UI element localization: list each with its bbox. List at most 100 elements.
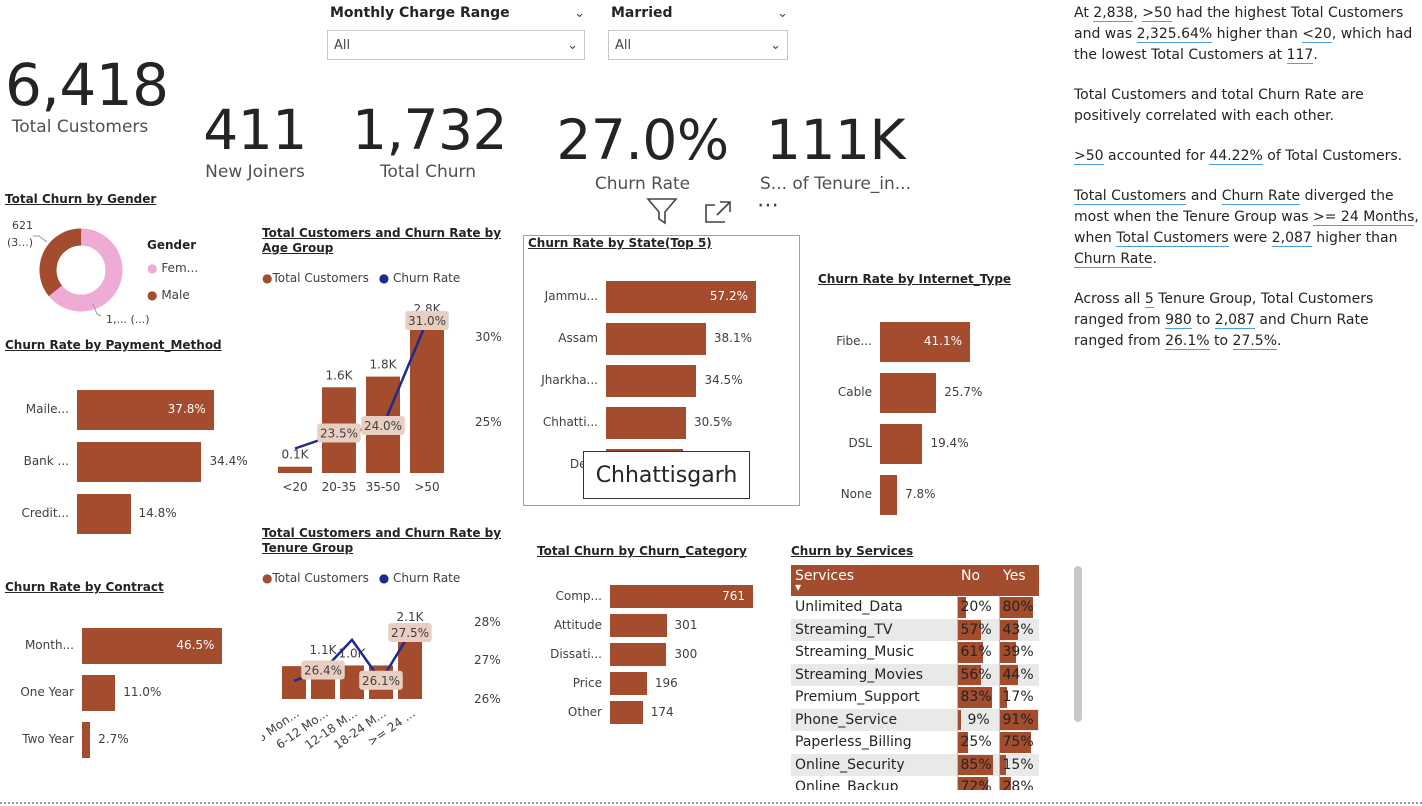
category-label: Attitude — [553, 617, 602, 632]
donut-label-male-pct: (3...) — [7, 236, 34, 249]
category-label: DSL — [848, 436, 872, 450]
chevron-down-icon[interactable]: ⌄ — [574, 6, 585, 21]
highlight-value[interactable]: 5 — [1144, 291, 1154, 308]
table-row[interactable]: Online_Backup 72% 28% — [791, 776, 1039, 790]
bar[interactable] — [606, 407, 686, 439]
table-row[interactable]: Online_Security 85% 15% — [791, 753, 1039, 776]
more-options-icon[interactable]: ⋯ — [757, 193, 780, 218]
category-label: Comp... — [555, 588, 602, 603]
highlight-value[interactable]: 2,325.64% — [1136, 26, 1213, 43]
data-label: 26.1% — [362, 674, 400, 688]
chevron-down-icon[interactable]: ⌄ — [777, 6, 788, 21]
highlight-value[interactable]: 980 — [1165, 312, 1192, 329]
payment-method-chart[interactable]: Churn Rate by Payment_Method Maile... 37.… — [5, 338, 248, 538]
kpi-new-joiners: 411 New Joiners — [195, 98, 315, 182]
visual-title: Churn Rate by Contract — [5, 580, 164, 594]
highlight-value[interactable]: >= 24 Months — [1313, 209, 1415, 226]
category-label: None — [840, 487, 872, 501]
data-label: 11.0% — [123, 685, 162, 699]
highlight-value[interactable]: 26.1% — [1165, 333, 1210, 350]
bar[interactable] — [606, 323, 706, 355]
category-label: Other — [567, 704, 602, 719]
bar[interactable] — [82, 722, 91, 758]
legend-item-female[interactable]: ● Fem... — [147, 261, 198, 275]
kpi-label: Total Churn — [380, 162, 476, 182]
highlight-value[interactable]: 27.5% — [1232, 333, 1278, 350]
slicer-dropdown[interactable]: All ⌄ — [608, 30, 788, 60]
service-name: Paperless_Billing — [795, 734, 912, 751]
bar[interactable] — [610, 672, 647, 695]
churn-category-chart[interactable]: Total Churn by Churn_Category Comp... 761… — [537, 544, 777, 734]
table-row[interactable]: Streaming_Movies 56% 44% — [791, 663, 1039, 686]
highlight-value[interactable]: 2,087 — [1271, 230, 1312, 247]
slicer-dropdown[interactable]: All ⌄ — [327, 30, 585, 60]
internet-type-chart[interactable]: Churn Rate by Internet_Type Fibe... 41.1%… — [818, 272, 1018, 522]
slicer-title: Married — [611, 5, 673, 21]
filter-icon[interactable] — [645, 195, 679, 227]
cell-yes: 17% — [998, 686, 1039, 709]
donut-label-male: 621 — [12, 219, 33, 232]
table-row[interactable]: Phone_Service 9% 91% — [791, 708, 1039, 731]
highlight-value[interactable]: 44.22% — [1209, 148, 1263, 165]
highlight-value[interactable]: 2,838 — [1093, 5, 1134, 22]
bar[interactable] — [610, 643, 667, 666]
highlight-value[interactable]: 2,087 — [1214, 312, 1255, 329]
service-name: Unlimited_Data — [795, 599, 903, 616]
legend-item-customers[interactable]: ●Total Customers — [262, 571, 369, 585]
age-group-chart[interactable]: Total Customers and Churn Rate by Age Gr… — [262, 226, 512, 496]
cell-yes: 80% — [998, 596, 1039, 619]
table-viewport[interactable]: Services ▼ No Yes Unlimited_Data 20% 80% Str… — [791, 565, 1041, 790]
state-chart[interactable]: Churn Rate by State(Top 5) Jammu... 57.2%… — [523, 235, 800, 506]
highlight-value[interactable]: 117 — [1286, 47, 1314, 64]
header-no[interactable]: No — [957, 565, 999, 596]
services-table-visual[interactable]: Churn by Services Services ▼ No Yes Unlim… — [791, 544, 1041, 790]
highlight-value[interactable]: Churn Rate — [1074, 251, 1153, 268]
cell-no: 56% — [956, 663, 999, 686]
data-label: 23.5% — [320, 427, 358, 441]
highlight-value[interactable]: Total Customers — [1074, 188, 1187, 205]
bar[interactable] — [77, 442, 202, 482]
table-row[interactable]: Streaming_TV 57% 43% — [791, 618, 1039, 641]
table-row[interactable]: Premium_Support 83% 17% — [791, 686, 1039, 709]
page-scrollbar[interactable] — [1074, 566, 1082, 722]
bar[interactable] — [606, 365, 697, 397]
legend-item-rate[interactable]: ● Churn Rate — [379, 571, 461, 585]
legend-title: Gender — [147, 238, 197, 252]
chevron-down-icon: ⌄ — [567, 37, 578, 53]
tenure-group-chart[interactable]: Total Customers and Churn Rate by Tenure… — [262, 526, 512, 766]
focus-mode-icon[interactable] — [703, 199, 733, 225]
highlight-value[interactable]: <20 — [1302, 26, 1332, 43]
contract-chart[interactable]: Churn Rate by Contract Month... 46.5% One … — [5, 580, 245, 770]
cell-value: 83% — [960, 689, 992, 706]
table-row[interactable]: Paperless_Billing 25% 75% — [791, 731, 1039, 754]
highlight-value[interactable]: Churn Rate — [1221, 188, 1301, 205]
header-yes[interactable]: Yes — [999, 565, 1039, 596]
highlight-value[interactable]: >50 — [1074, 148, 1104, 165]
gender-donut-chart[interactable]: Total Churn by Gender 621 (3...) 1,... (… — [5, 192, 235, 332]
table-row[interactable]: Unlimited_Data 20% 80% — [791, 596, 1039, 619]
highlight-value[interactable]: >50 — [1142, 5, 1172, 22]
legend-item-male[interactable]: ● Male — [147, 288, 190, 302]
header-services[interactable]: Services ▼ — [791, 565, 957, 596]
table-row[interactable]: Streaming_Music 61% 39% — [791, 641, 1039, 664]
highlight-value[interactable]: Total Customers — [1116, 230, 1229, 247]
bar[interactable] — [610, 614, 667, 637]
leader-line — [33, 235, 48, 243]
bar[interactable] — [880, 373, 937, 413]
bar[interactable] — [880, 475, 898, 515]
kpi-value: 6,418 — [5, 51, 169, 119]
category-label: Cable — [837, 385, 872, 399]
legend-item-customers[interactable]: ●Total Customers — [262, 271, 369, 285]
category-label: Bank ... — [23, 454, 69, 468]
bar[interactable] — [82, 675, 116, 711]
bar[interactable] — [610, 701, 643, 724]
monthly-charge-slicer[interactable]: Monthly Charge Range ⌄ All ⌄ — [327, 3, 585, 60]
bar — [278, 466, 312, 473]
kpi-value: 1,732 — [352, 98, 507, 162]
married-slicer[interactable]: Married ⌄ All ⌄ — [608, 3, 788, 60]
table-header: Services ▼ No Yes — [791, 565, 1039, 596]
legend-item-rate[interactable]: ● Churn Rate — [379, 271, 461, 285]
bar[interactable] — [77, 494, 131, 534]
cell-no: 72% — [956, 776, 999, 790]
bar[interactable] — [880, 424, 923, 464]
